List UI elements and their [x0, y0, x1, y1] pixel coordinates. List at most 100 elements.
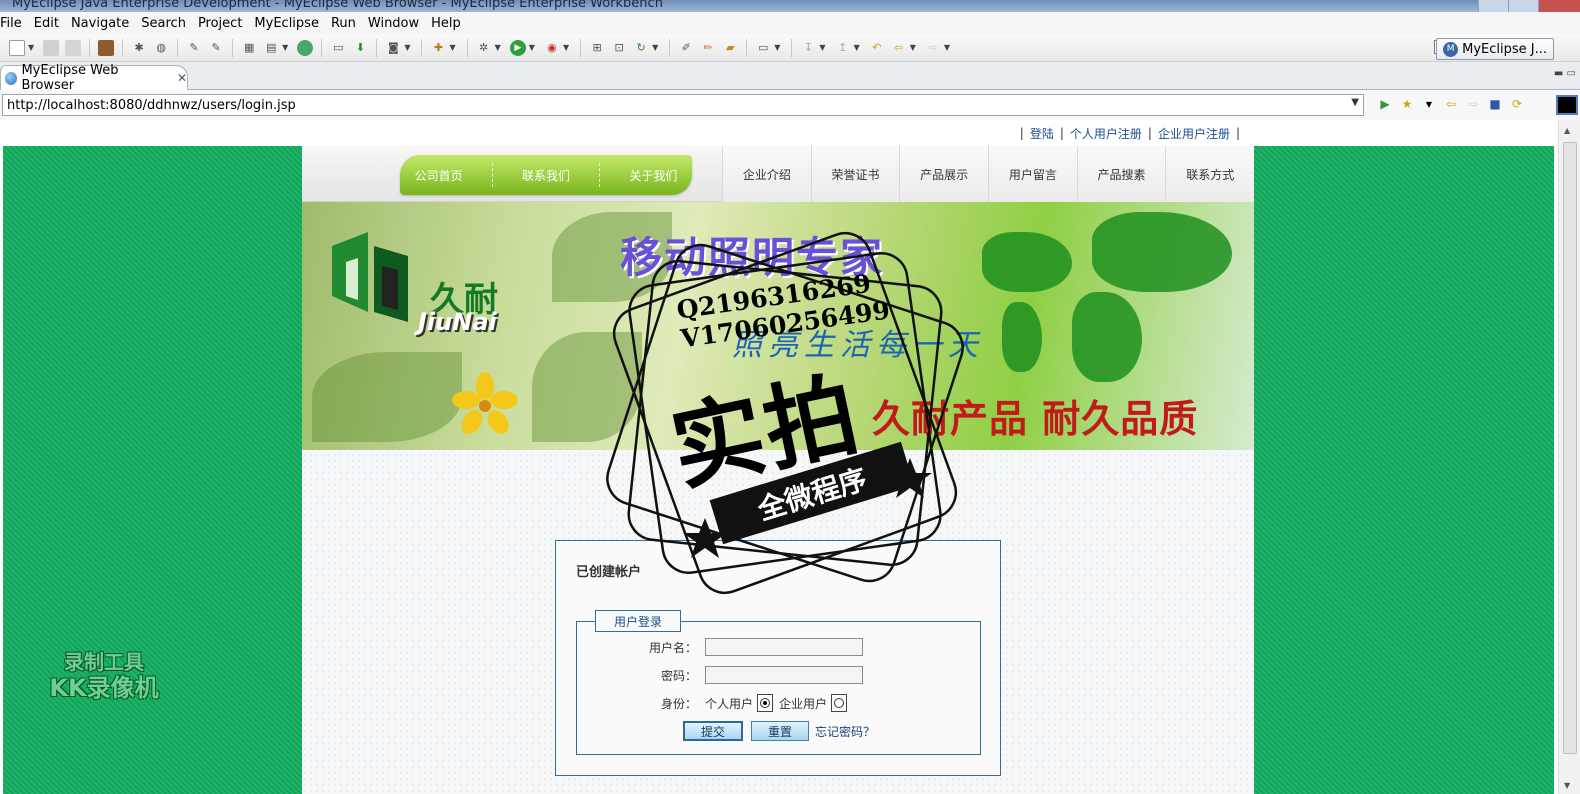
- maximize-button[interactable]: [1508, 0, 1538, 12]
- minimize-maximize-icon[interactable]: ▬ ▭: [1554, 68, 1576, 79]
- forward-icon[interactable]: ⇨: [1465, 96, 1481, 112]
- reset-button[interactable]: 重置: [751, 721, 810, 741]
- back-icon[interactable]: ⇦: [1443, 96, 1459, 112]
- chevron-down-icon[interactable]: ▼: [529, 43, 535, 52]
- pencil-icon[interactable]: ✏: [700, 40, 716, 56]
- nav-company-intro[interactable]: 企业介绍: [722, 146, 811, 202]
- stop-icon[interactable]: ■: [1487, 96, 1503, 112]
- vertical-scrollbar[interactable]: ▲ ▼: [1558, 120, 1580, 794]
- debug-icon[interactable]: ✲: [476, 40, 492, 56]
- menu-navigate[interactable]: Navigate: [65, 16, 135, 31]
- chevron-down-icon[interactable]: ▼: [1421, 96, 1437, 112]
- forgot-password-link[interactable]: 忘记密码？: [815, 723, 875, 740]
- nav-messages[interactable]: 用户留言: [988, 146, 1077, 202]
- menu-run[interactable]: Run: [325, 16, 362, 31]
- open-project-icon[interactable]: ▭: [755, 40, 771, 56]
- nav-contact[interactable]: 联系我们: [522, 167, 570, 184]
- menu-search[interactable]: Search: [135, 16, 192, 31]
- wizard-icon[interactable]: ✎: [186, 40, 202, 56]
- menu-project[interactable]: Project: [192, 16, 248, 31]
- open-type-icon[interactable]: ⊞: [589, 40, 605, 56]
- external-tools-icon[interactable]: ◉: [544, 40, 560, 56]
- next-annotation-icon[interactable]: ↧: [800, 40, 816, 56]
- role-company-radio[interactable]: [831, 694, 848, 712]
- company-register-link[interactable]: 企业用户注册: [1158, 125, 1230, 142]
- globe-icon[interactable]: [297, 39, 314, 56]
- forward-icon[interactable]: ⇨: [925, 40, 941, 56]
- chevron-down-icon[interactable]: ▼: [910, 43, 916, 52]
- edit-icon[interactable]: ✐: [678, 40, 694, 56]
- role-label: 身份：: [660, 696, 697, 711]
- folder-icon[interactable]: ▰: [722, 40, 738, 56]
- nav-certificates[interactable]: 荣誉证书: [810, 146, 900, 202]
- chevron-down-icon[interactable]: ▼: [282, 43, 288, 52]
- submit-button[interactable]: 提交: [683, 721, 744, 741]
- save-icon[interactable]: [43, 39, 60, 56]
- wizard-alt-icon[interactable]: ✎: [208, 40, 224, 56]
- scroll-up-icon[interactable]: ▲: [1564, 126, 1570, 135]
- password-input[interactable]: [705, 666, 863, 684]
- nav-home[interactable]: 公司首页: [415, 167, 463, 184]
- minimize-button[interactable]: [1478, 0, 1508, 12]
- menu-file[interactable]: File: [0, 16, 28, 31]
- chevron-down-icon[interactable]: ▼: [404, 43, 410, 52]
- import-icon[interactable]: ⬇: [352, 40, 368, 56]
- chevron-down-icon[interactable]: ▼: [652, 43, 658, 52]
- camera-icon[interactable]: ◙: [385, 40, 401, 56]
- chevron-down-icon[interactable]: ▼: [28, 43, 34, 52]
- favorites-icon[interactable]: ★: [1399, 96, 1415, 112]
- chevron-down-icon[interactable]: ▼: [1351, 97, 1359, 108]
- url-input[interactable]: http://localhost:8080/ddhnwz/users/login…: [2, 94, 1364, 116]
- toolbar-separator: [376, 38, 378, 57]
- chevron-down-icon[interactable]: ▼: [819, 43, 825, 52]
- run-icon[interactable]: ▶: [509, 39, 526, 56]
- chevron-down-icon[interactable]: ▼: [944, 43, 950, 52]
- nav-product-search[interactable]: 产品搜素: [1076, 146, 1166, 202]
- scroll-down-icon[interactable]: ▼: [1564, 781, 1570, 790]
- browser-nav-icons: ▶ ★ ▼ ⇦ ⇨ ■ ⟳: [1374, 96, 1528, 112]
- menu-edit[interactable]: Edit: [28, 16, 65, 31]
- chevron-down-icon[interactable]: ▼: [563, 43, 569, 52]
- login-link[interactable]: 登陆: [1030, 125, 1054, 142]
- go-icon[interactable]: ▶: [1377, 96, 1393, 112]
- menu-myeclipse[interactable]: MyEclipse: [248, 16, 325, 31]
- new-file-icon[interactable]: [9, 39, 25, 56]
- perspective-switcher[interactable]: M MyEclipse J...: [1436, 38, 1554, 60]
- nav-contact-info[interactable]: 联系方式: [1165, 146, 1255, 202]
- login-legend: 用户登录: [595, 610, 682, 632]
- toolbar-separator: [746, 38, 748, 57]
- nav-products[interactable]: 产品展示: [899, 146, 989, 202]
- save-all-icon[interactable]: [65, 39, 82, 56]
- package-icon[interactable]: [98, 39, 115, 56]
- nav-about[interactable]: 关于我们: [629, 167, 677, 184]
- close-tab-icon[interactable]: ✕: [177, 71, 187, 85]
- back-icon[interactable]: ⇦: [891, 40, 907, 56]
- server-icon[interactable]: ◍: [153, 40, 169, 56]
- page-background-right: [1254, 146, 1554, 794]
- username-input[interactable]: [705, 638, 863, 656]
- tab-web-browser[interactable]: MyEclipse Web Browser ✕: [0, 63, 188, 93]
- refresh-icon[interactable]: ↻: [633, 40, 649, 56]
- logo-text-en: JiuNai: [418, 308, 497, 336]
- chevron-down-icon[interactable]: ▼: [774, 43, 780, 52]
- deploy-icon[interactable]: ▦: [241, 40, 257, 56]
- bug-icon[interactable]: ✱: [131, 40, 147, 56]
- menu-help[interactable]: Help: [425, 16, 467, 31]
- open-folder-icon[interactable]: ▭: [330, 40, 346, 56]
- chevron-down-icon[interactable]: ▼: [495, 43, 501, 52]
- personal-register-link[interactable]: 个人用户注册: [1070, 125, 1142, 142]
- menu-window[interactable]: Window: [362, 16, 425, 31]
- chevron-down-icon[interactable]: ▼: [449, 43, 455, 52]
- new-class-icon[interactable]: ✚: [430, 40, 446, 56]
- chevron-down-icon[interactable]: ▼: [854, 43, 860, 52]
- username-label: 用户名：: [648, 640, 697, 655]
- scrollbar-thumb[interactable]: [1563, 142, 1577, 754]
- toolbar-separator: [580, 38, 582, 57]
- last-edit-icon[interactable]: ↶: [869, 40, 885, 56]
- open-task-icon[interactable]: ⊡: [611, 40, 627, 56]
- prev-annotation-icon[interactable]: ↥: [835, 40, 851, 56]
- document-icon[interactable]: ▤: [263, 40, 279, 56]
- close-window-button[interactable]: [1538, 0, 1580, 12]
- role-personal-radio[interactable]: [757, 694, 774, 712]
- refresh-icon[interactable]: ⟳: [1509, 96, 1525, 112]
